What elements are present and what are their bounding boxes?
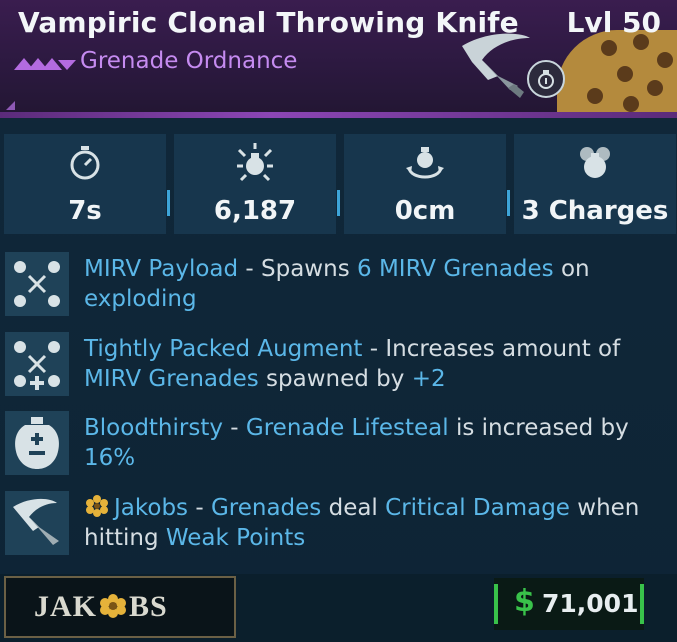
perk-text: deal [321,495,386,521]
perk-description: Tightly Packed Augment - Increases amoun… [84,334,664,394]
stat-charges: 3 Charges [514,134,676,234]
jakobs-logo-flower-icon [100,594,126,618]
perk-text: on [553,256,590,282]
stat-damage: 6,187 [174,134,336,234]
perk-mirv-payload: MIRV Payload - Spawns 6 MIRV Grenades on… [0,252,677,316]
perk-text: is increased by [448,415,629,441]
perk-description: MIRV Payload - Spawns 6 MIRV Grenades on… [84,254,664,314]
perk-text: Spawns [261,256,357,282]
perk-highlight: exploding [84,286,197,312]
item-type: Grenade Ordnance [80,48,298,74]
grenade-badge-icon [527,60,565,98]
price-bar-right [640,584,644,624]
stat-value: 7s [68,196,102,226]
perk-description: Jakobs - Grenades deal Critical Damage w… [84,493,664,553]
item-level: Lvl 50 [566,6,661,39]
perk-highlight: 16% [84,445,136,471]
rarity-chevron-icon [14,58,76,70]
stat-value: 3 Charges [521,196,669,226]
perk-name: Jakobs [114,495,189,521]
grenade-explosion-icon [237,143,273,182]
jakobs-flower-icon [86,495,108,517]
stats-row: 7s 6,187 0cm 3 Charges [0,134,677,234]
manufacturer-name: JAK BS [34,590,168,623]
grenade-charges-icon [580,147,610,178]
tightly-packed-augment-icon [5,332,69,396]
item-header: Vampiric Clonal Throwing Knife Lvl 50 Gr… [0,0,677,118]
perk-highlight: +2 [411,366,446,392]
price-amount: 71,001 [542,589,639,618]
perk-highlight: Grenade Lifesteal [245,415,449,441]
perk-name: Bloodthirsty [84,415,223,441]
stat-value: 6,187 [213,196,297,226]
corner-bracket-left [6,101,15,110]
perk-name: Tightly Packed Augment [84,336,363,362]
perk-tightly-packed-augment: Tightly Packed Augment - Increases amoun… [0,332,677,396]
knife-icon [5,491,69,555]
perk-bloodthirsty: Bloodthirsty - Grenade Lifesteal is incr… [0,411,677,475]
perk-highlight: 6 MIRV Grenades [357,256,554,282]
item-name: Vampiric Clonal Throwing Knife [18,6,519,39]
stat-radius: 0cm [344,134,506,234]
manufacturer-pattern [557,30,677,118]
stat-separator [507,190,510,216]
manufacturer-logo: JAK BS [4,576,236,638]
perk-highlight: MIRV Grenades [84,366,259,392]
bloodthirsty-icon [5,411,69,475]
stat-separator [167,190,170,216]
item-footer: JAK BS $ 71,001 [0,574,677,642]
currency-icon: $ [514,584,535,619]
perk-name: MIRV Payload [84,256,239,282]
stat-separator [337,190,340,216]
stat-fuse-time: 7s [4,134,166,234]
header-divider [0,112,677,118]
perk-description: Bloodthirsty - Grenade Lifesteal is incr… [84,413,664,473]
grenade-radius-icon [406,147,444,179]
perk-separator: - [362,336,386,362]
perk-jakobs: Jakobs - Grenades deal Critical Damage w… [0,491,677,555]
perk-separator: - [222,415,246,441]
mirv-payload-icon [5,252,69,316]
perk-separator: - [238,256,262,282]
item-card: Vampiric Clonal Throwing Knife Lvl 50 Gr… [0,0,677,642]
perk-separator: - [188,495,211,521]
perk-text: spawned by [258,366,412,392]
perk-highlight: Grenades [210,495,322,521]
item-price: $ 71,001 [494,578,644,630]
perk-highlight: Weak Points [165,525,306,551]
stopwatch-icon [70,146,100,180]
perk-highlight: Critical Damage [385,495,570,521]
perk-text: Increases amount of [385,336,621,362]
price-bar-left [494,584,498,624]
stat-value: 0cm [394,196,456,226]
